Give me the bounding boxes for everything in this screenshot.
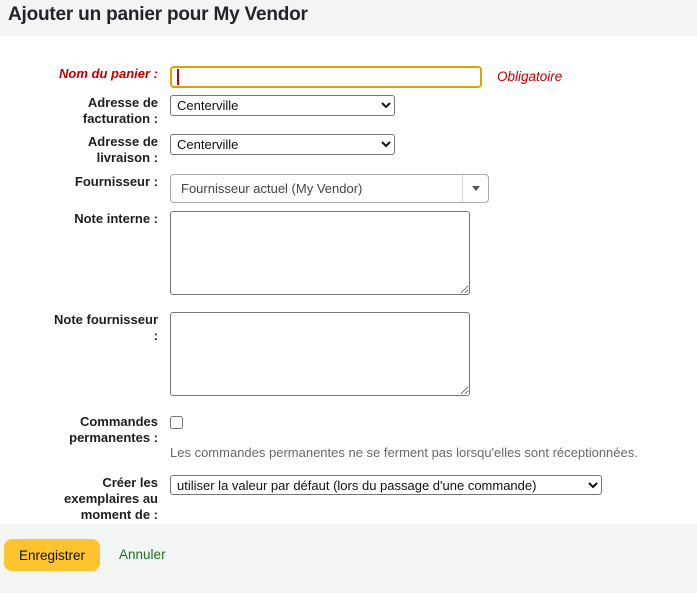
form-row-basket-name: Nom du panier : Obligatoire xyxy=(0,66,697,88)
billing-place-label: Adresse de facturation : xyxy=(82,95,158,126)
internal-note-textarea[interactable] xyxy=(170,211,470,295)
save-button[interactable]: Enregistrer xyxy=(4,539,101,571)
vendor-dropdown-button[interactable] xyxy=(462,175,488,202)
vendor-combobox[interactable]: Fournisseur actuel (My Vendor) xyxy=(170,174,489,203)
internal-note-label: Note interne : xyxy=(74,211,158,226)
form-action-bar: Enregistrer Annuler xyxy=(0,524,697,593)
required-note: Obligatoire xyxy=(497,69,563,84)
page-title: Ajouter un panier pour My Vendor xyxy=(8,3,308,25)
delivery-place-label: Adresse de livraison : xyxy=(87,134,158,165)
create-items-label: Créer les exemplaires au moment de : xyxy=(64,475,158,522)
standing-orders-label: Commandes permanentes : xyxy=(69,414,158,445)
add-basket-form: Nom du panier : Obligatoire Adresse de f… xyxy=(0,36,697,523)
vendor-label: Fournisseur : xyxy=(74,174,158,189)
form-row-vendor: Fournisseur : Fournisseur actuel (My Ven… xyxy=(0,174,697,203)
vendor-combobox-value: Fournisseur actuel (My Vendor) xyxy=(181,181,363,196)
billing-place-select[interactable]: Centerville xyxy=(170,95,395,116)
text-caret xyxy=(177,69,179,85)
basket-name-label: Nom du panier : xyxy=(59,66,158,81)
form-row-billing-place: Adresse de facturation : Centerville xyxy=(0,95,697,127)
form-row-create-items: Créer les exemplaires au moment de : uti… xyxy=(0,475,697,523)
form-row-standing-orders: Commandes permanentes : Les commandes pe… xyxy=(0,414,697,461)
chevron-down-icon xyxy=(471,186,480,191)
basket-name-input[interactable] xyxy=(170,66,482,88)
vendor-note-textarea[interactable] xyxy=(170,312,470,396)
vendor-note-label: Note fournisseur : xyxy=(53,312,158,343)
standing-orders-hint: Les commandes permanentes ne se ferment … xyxy=(170,445,638,460)
form-row-delivery-place: Adresse de livraison : Centerville xyxy=(0,134,697,166)
delivery-place-select[interactable]: Centerville xyxy=(170,134,395,155)
cancel-link[interactable]: Annuler xyxy=(119,539,166,571)
form-row-internal-note: Note interne : xyxy=(0,211,697,300)
create-items-select[interactable]: utiliser la valeur par défaut (lors du p… xyxy=(170,475,602,495)
page-header: Ajouter un panier pour My Vendor xyxy=(0,0,697,36)
standing-orders-checkbox[interactable] xyxy=(170,416,183,429)
form-row-vendor-note: Note fournisseur : xyxy=(0,312,697,401)
